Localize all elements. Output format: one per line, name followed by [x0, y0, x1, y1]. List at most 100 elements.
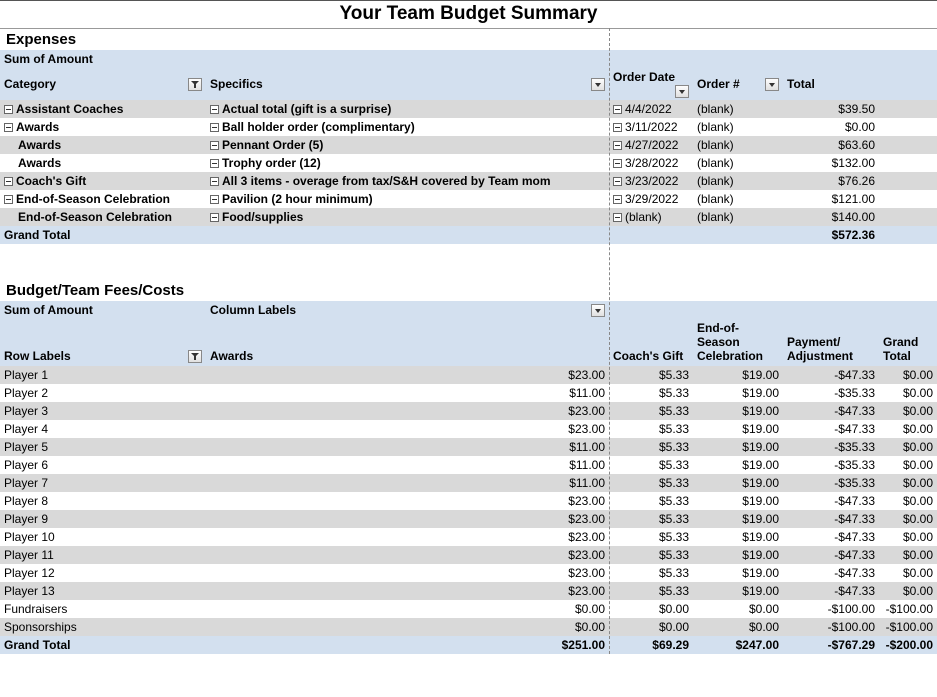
- budget-row-label: Player 5: [0, 438, 206, 456]
- budget-eos: $19.00: [693, 438, 783, 456]
- budget-top-row: Sum of Amount Column Labels: [0, 301, 937, 319]
- budget-eos: $19.00: [693, 402, 783, 420]
- hdr-category: Category: [0, 68, 206, 100]
- budget-row: Player 2$11.00$5.33$19.00-$35.33$0.00: [0, 384, 937, 402]
- budget-coach: $5.33: [609, 492, 693, 510]
- expense-category: Coach's Gift: [0, 172, 206, 190]
- collapse-toggle-icon[interactable]: [4, 123, 13, 132]
- hdr-coach-gift: Coach's Gift: [609, 319, 693, 366]
- budget-pay: -$47.33: [783, 366, 879, 384]
- budget-coach: $5.33: [609, 366, 693, 384]
- budget-coach: $5.33: [609, 564, 693, 582]
- filter-rowlabels-icon[interactable]: [188, 350, 202, 363]
- expense-order-num: (blank): [693, 136, 783, 154]
- budget-eos: $19.00: [693, 492, 783, 510]
- collapse-toggle-icon[interactable]: [210, 141, 219, 150]
- collapse-toggle-icon[interactable]: [613, 195, 622, 204]
- budget-pay: -$35.33: [783, 384, 879, 402]
- collapse-toggle-icon[interactable]: [210, 105, 219, 114]
- expense-total: $39.50: [783, 100, 879, 118]
- budget-pay: -$47.33: [783, 528, 879, 546]
- sum-of-amount-label: Sum of Amount: [0, 50, 206, 68]
- budget-gt: $0.00: [879, 474, 937, 492]
- budget-row-label: Player 8: [0, 492, 206, 510]
- budget-row-label: Player 3: [0, 402, 206, 420]
- collapse-toggle-icon[interactable]: [613, 141, 622, 150]
- budget-pivot-table: Sum of Amount Column Labels Row Labels A…: [0, 301, 937, 654]
- budget-row: Player 1$23.00$5.33$19.00-$47.33$0.00: [0, 366, 937, 384]
- budget-eos: $19.00: [693, 366, 783, 384]
- filter-order-icon[interactable]: [765, 78, 779, 91]
- budget-row-label: Player 12: [0, 564, 206, 582]
- budget-awards: $23.00: [206, 510, 609, 528]
- collapse-toggle-icon[interactable]: [210, 159, 219, 168]
- budget-awards: $11.00: [206, 474, 609, 492]
- budget-row: Player 12$23.00$5.33$19.00-$47.33$0.00: [0, 564, 937, 582]
- expense-order-num: (blank): [693, 190, 783, 208]
- filter-category-icon[interactable]: [188, 78, 202, 91]
- expenses-header-row: Category Specifics Order Date Order # To…: [0, 68, 937, 100]
- budget-pay: -$100.00: [783, 600, 879, 618]
- budget-row-label: Player 2: [0, 384, 206, 402]
- budget-pay: -$47.33: [783, 546, 879, 564]
- budget-row-label: Player 7: [0, 474, 206, 492]
- budget-row-label: Fundraisers: [0, 600, 206, 618]
- expense-date: 4/4/2022: [609, 100, 693, 118]
- hdr-awards: Awards: [206, 319, 609, 366]
- budget-eos: $19.00: [693, 564, 783, 582]
- budget-gt: $0.00: [879, 438, 937, 456]
- budget-eos: $19.00: [693, 456, 783, 474]
- collapse-toggle-icon[interactable]: [613, 159, 622, 168]
- budget-gt: $0.00: [879, 510, 937, 528]
- expenses-pivot-table: Sum of Amount Category Specifics Order D…: [0, 50, 937, 244]
- expense-specifics: Actual total (gift is a surprise): [206, 100, 609, 118]
- expense-order-num: (blank): [693, 172, 783, 190]
- budget-pay: -$47.33: [783, 564, 879, 582]
- collapse-toggle-icon[interactable]: [613, 105, 622, 114]
- collapse-toggle-icon[interactable]: [613, 213, 622, 222]
- collapse-toggle-icon[interactable]: [4, 105, 13, 114]
- budget-pay: -$47.33: [783, 492, 879, 510]
- collapse-toggle-icon[interactable]: [210, 123, 219, 132]
- budget-awards: $23.00: [206, 564, 609, 582]
- budget-gt: $0.00: [879, 384, 937, 402]
- expense-row: AwardsBall holder order (complimentary)3…: [0, 118, 937, 136]
- budget-pay: -$100.00: [783, 618, 879, 636]
- budget-gt: -$100.00: [879, 618, 937, 636]
- budget-coach: $5.33: [609, 438, 693, 456]
- hdr-eos: End-of-Season Celebration: [693, 319, 783, 366]
- expense-row: Assistant CoachesActual total (gift is a…: [0, 100, 937, 118]
- expense-date: 4/27/2022: [609, 136, 693, 154]
- filter-date-icon[interactable]: [675, 85, 689, 98]
- expense-total: $63.60: [783, 136, 879, 154]
- collapse-toggle-icon[interactable]: [613, 177, 622, 186]
- page-title: Your Team Budget Summary: [0, 0, 937, 29]
- expense-specifics: Trophy order (12): [206, 154, 609, 172]
- expense-row: Coach's GiftAll 3 items - overage from t…: [0, 172, 937, 190]
- collapse-toggle-icon[interactable]: [210, 195, 219, 204]
- budget-eos: $19.00: [693, 420, 783, 438]
- expense-order-num: (blank): [693, 100, 783, 118]
- filter-columns-icon[interactable]: [591, 304, 605, 317]
- hdr-total: Total: [783, 68, 879, 100]
- budget-row: Sponsorships$0.00$0.00$0.00-$100.00-$100…: [0, 618, 937, 636]
- budget-row: Player 3$23.00$5.33$19.00-$47.33$0.00: [0, 402, 937, 420]
- budget-row: Player 5$11.00$5.33$19.00-$35.33$0.00: [0, 438, 937, 456]
- budget-row: Player 7$11.00$5.33$19.00-$35.33$0.00: [0, 474, 937, 492]
- filter-specifics-icon[interactable]: [591, 78, 605, 91]
- budget-row-label: Player 11: [0, 546, 206, 564]
- collapse-toggle-icon[interactable]: [210, 177, 219, 186]
- budget-row-label: Player 1: [0, 366, 206, 384]
- collapse-toggle-icon[interactable]: [4, 177, 13, 186]
- collapse-toggle-icon[interactable]: [210, 213, 219, 222]
- collapse-toggle-icon[interactable]: [613, 123, 622, 132]
- budget-sum-label: Sum of Amount: [0, 301, 206, 319]
- budget-gt: $0.00: [879, 582, 937, 600]
- budget-row-label: Sponsorships: [0, 618, 206, 636]
- expense-category: Awards: [0, 154, 206, 172]
- expense-specifics: Pennant Order (5): [206, 136, 609, 154]
- expense-order-num: (blank): [693, 208, 783, 226]
- budget-row-label: Player 4: [0, 420, 206, 438]
- expense-row: End-of-Season CelebrationPavilion (2 hou…: [0, 190, 937, 208]
- collapse-toggle-icon[interactable]: [4, 195, 13, 204]
